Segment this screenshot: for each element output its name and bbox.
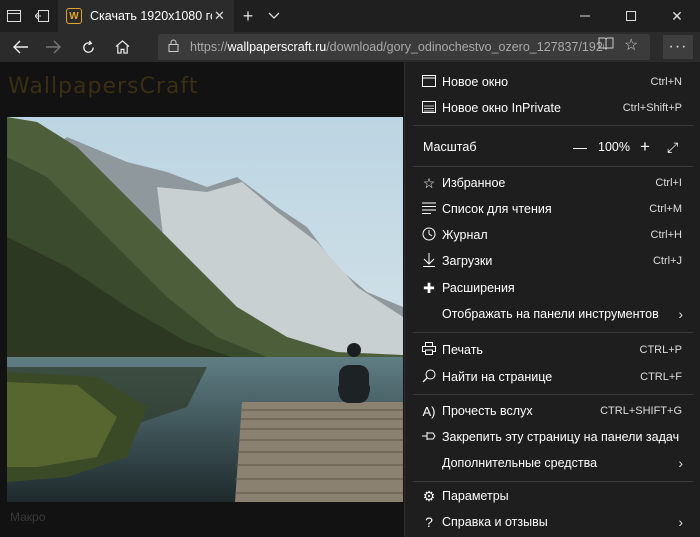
window-icon (420, 74, 438, 90)
help-question-icon: ? (425, 514, 433, 530)
search-icon (420, 369, 438, 386)
url-text: https://wallpaperscraft.ru/download/gory… (190, 40, 604, 54)
chevron-right-icon: › (678, 306, 683, 322)
menu-item-favorites[interactable]: ☆ Избранное Ctrl+I (405, 170, 700, 196)
history-clock-icon (420, 227, 438, 244)
inprivate-window-icon (420, 100, 438, 116)
zoom-in-icon[interactable]: + (640, 137, 650, 157)
home-icon[interactable] (109, 35, 135, 59)
zoom-value: 100% (598, 140, 630, 154)
address-bar[interactable]: https://wallpaperscraft.ru/download/gory… (158, 34, 650, 60)
site-favicon: W (66, 8, 82, 24)
set-aside-tabs-icon[interactable] (32, 6, 52, 26)
download-icon (420, 252, 438, 270)
menu-item-downloads[interactable]: Загрузки Ctrl+J (405, 248, 700, 274)
settings-and-more-button[interactable]: ··· (663, 35, 693, 59)
close-tab-icon[interactable]: ✕ (214, 8, 225, 24)
zoom-out-icon[interactable]: — (573, 139, 587, 155)
tab-actions-icon[interactable] (4, 6, 24, 26)
printer-icon (420, 342, 438, 358)
back-arrow-icon[interactable] (8, 35, 34, 59)
close-window-icon[interactable]: ✕ (654, 0, 700, 32)
maximize-icon[interactable] (608, 0, 654, 32)
new-tab-icon[interactable]: + (238, 6, 258, 26)
fullscreen-icon[interactable]: ⤢ (667, 139, 678, 156)
page-caption: Макро (10, 510, 46, 524)
menu-separator (413, 481, 693, 482)
menu-item-show-toolbar[interactable]: Отображать на панели инструментов › (405, 301, 700, 327)
menu-separator (413, 332, 693, 333)
menu-item-more-tools[interactable]: Дополнительные средства › (405, 450, 700, 476)
forward-arrow-icon[interactable] (40, 35, 66, 59)
menu-separator (413, 125, 693, 126)
menu-item-help[interactable]: ? Справка и отзывы › (405, 509, 700, 535)
menu-item-new-window[interactable]: Новое окно Ctrl+N (405, 69, 700, 95)
chevron-right-icon: › (678, 514, 683, 530)
chevron-right-icon: › (678, 455, 683, 471)
gear-icon: ⚙ (422, 487, 436, 504)
active-tab[interactable]: W Скачать 1920x1080 гор ✕ (58, 0, 234, 32)
menu-item-extensions[interactable]: ✚ Расширения (405, 275, 700, 301)
wallpaper-image (7, 117, 403, 502)
reading-list-icon (420, 201, 438, 217)
menu-item-zoom: Масштаб — 100% + ⤢ (423, 137, 679, 157)
extensions-puzzle-icon: ✚ (423, 279, 435, 296)
favorites-list-icon: ☆ (422, 174, 436, 191)
menu-separator (413, 166, 693, 167)
menu-item-history[interactable]: Журнал Ctrl+H (405, 222, 700, 248)
tab-title: Скачать 1920x1080 гор (90, 9, 212, 23)
menu-item-pin-taskbar[interactable]: Закрепить эту страницу на панели задач (405, 424, 700, 450)
settings-menu: Новое окно Ctrl+N Новое окно InPrivate C… (404, 62, 700, 537)
menu-item-find[interactable]: Найти на странице CTRL+F (405, 364, 700, 390)
tab-preview-chevron-icon[interactable] (264, 6, 284, 26)
menu-item-settings[interactable]: ⚙ Параметры (405, 483, 700, 509)
read-aloud-icon: A) (422, 403, 436, 419)
menu-separator (413, 394, 693, 395)
menu-item-reading-list[interactable]: Список для чтения Ctrl+M (405, 196, 700, 222)
site-logo: WallpapersCraft (8, 74, 199, 99)
menu-item-print[interactable]: Печать CTRL+P (405, 337, 700, 363)
title-bar: W Скачать 1920x1080 гор ✕ + ✕ (0, 0, 700, 32)
reading-view-icon[interactable] (598, 36, 614, 53)
menu-item-inprivate[interactable]: Новое окно InPrivate Ctrl+Shift+P (405, 95, 700, 121)
refresh-icon[interactable] (75, 35, 101, 59)
pin-icon (420, 429, 438, 445)
favorites-star-icon[interactable]: ☆ (624, 35, 638, 55)
minimize-icon[interactable] (562, 0, 608, 32)
menu-item-read-aloud[interactable]: A) Прочесть вслух CTRL+SHIFT+G (405, 398, 700, 424)
navigation-bar: https://wallpaperscraft.ru/download/gory… (0, 32, 700, 62)
lock-icon (168, 39, 182, 55)
